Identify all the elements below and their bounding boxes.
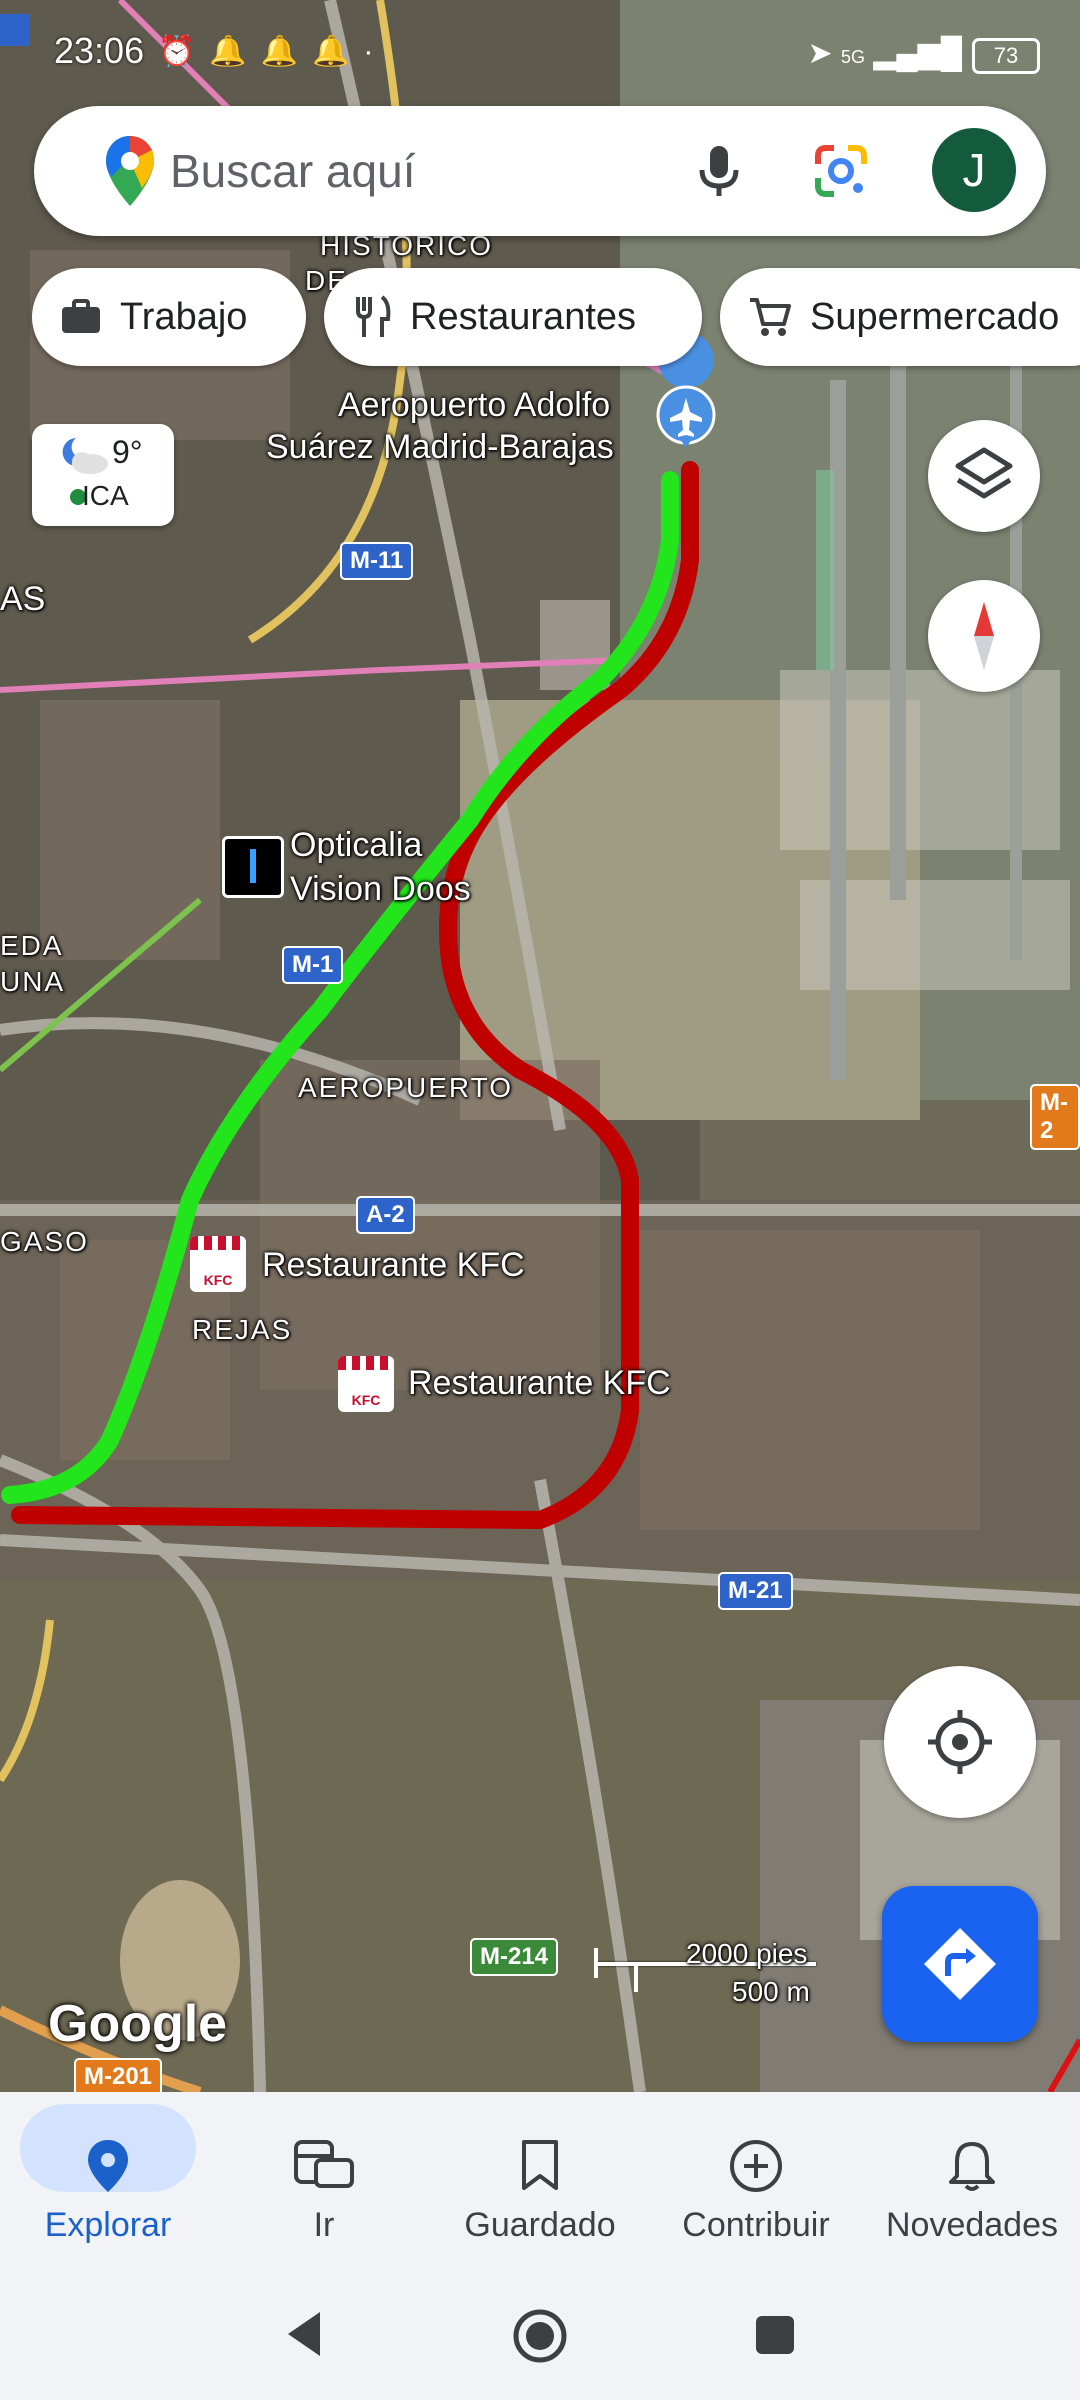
layers-icon <box>955 447 1013 499</box>
kfc-logo-text: KFC <box>203 1272 233 1288</box>
crosshair-icon <box>928 1710 992 1774</box>
tab-explorar[interactable]: Explorar <box>0 2092 216 2272</box>
layers-button[interactable] <box>928 420 1040 532</box>
signal-icon: ➤ 5G ▂▄▆█ <box>807 37 963 70</box>
my-location-button[interactable] <box>884 1666 1036 1818</box>
back-icon[interactable] <box>280 2308 330 2360</box>
tab-label: Ir <box>313 2206 335 2244</box>
kfc-logo-text: KFC <box>351 1392 381 1408</box>
tab-label: Guardado <box>464 2206 616 2244</box>
road-shield: M-1 <box>282 946 344 984</box>
bottom-navigation: Explorar Ir Guardado Contribuir Novedade… <box>0 2092 1080 2272</box>
poi-label[interactable]: Opticalia <box>290 826 422 865</box>
location-pin-icon <box>88 2140 128 2192</box>
recents-icon[interactable] <box>752 2312 798 2358</box>
microphone-icon[interactable] <box>686 138 752 204</box>
road-shield: M-2 <box>1030 1084 1080 1150</box>
scale-imperial: 2000 pies <box>686 1938 808 1969</box>
tab-novedades[interactable]: Novedades <box>864 2092 1080 2272</box>
map-label: UNA <box>0 966 66 997</box>
tab-guardado[interactable]: Guardado <box>432 2092 648 2272</box>
home-icon[interactable] <box>510 2306 570 2366</box>
poi-label[interactable]: Vision Doos <box>290 870 471 909</box>
chip-restaurantes[interactable]: Restaurantes <box>324 268 702 366</box>
road-shield: M-21 <box>718 1572 793 1610</box>
road-shield: M-201 <box>74 2058 163 2092</box>
account-avatar[interactable]: J <box>932 128 1016 212</box>
map-label: EDA <box>0 930 64 961</box>
briefcase-icon <box>62 299 100 333</box>
network-label: 5G <box>840 47 865 67</box>
system-navigation-bar <box>0 2272 1080 2400</box>
chip-trabajo[interactable]: Trabajo <box>32 268 306 366</box>
weather-widget[interactable]: 9° ICA <box>32 424 174 526</box>
road-shield: M-214 <box>470 1938 559 1976</box>
kfc-marker[interactable]: KFC <box>190 1236 246 1292</box>
weather-temperature: 9° <box>112 434 143 470</box>
notification-icons: ⏰🔔🔔🔔· <box>158 35 388 68</box>
google-maps-logo-icon <box>106 136 154 206</box>
tab-ir[interactable]: Ir <box>216 2092 432 2272</box>
chip-label: Supermercado <box>810 295 1060 338</box>
directions-button[interactable] <box>882 1886 1038 2042</box>
compass-button[interactable] <box>928 580 1040 692</box>
tab-label: Novedades <box>885 2206 1058 2244</box>
chip-label: Restaurantes <box>410 295 637 338</box>
poi-label[interactable]: Restaurante KFC <box>262 1246 525 1285</box>
tab-label: Contribuir <box>682 2206 830 2244</box>
chip-label: Trabajo <box>120 295 248 338</box>
google-lens-icon[interactable] <box>808 138 874 204</box>
moon-cloud-icon <box>62 438 108 474</box>
google-logo: Google <box>48 1995 228 2053</box>
chip-supermercado[interactable]: Supermercado <box>720 268 1080 366</box>
road-shield: A-2 <box>356 1196 415 1234</box>
search-input[interactable]: Buscar aquí <box>170 144 415 198</box>
status-bar: 23:06 ⏰🔔🔔🔔· ➤ 5G ▂▄▆█ 73 <box>0 0 1080 100</box>
commute-icon <box>294 2140 354 2188</box>
road-shield: M-11 <box>340 542 414 580</box>
map-label: AEROPUERTO <box>298 1072 514 1103</box>
air-quality-label: ICA <box>82 480 129 511</box>
kfc-marker[interactable]: KFC <box>338 1356 394 1412</box>
map-edge-shield <box>0 14 30 46</box>
scale-metric: 500 m <box>732 1976 810 2007</box>
poi-label[interactable]: Restaurante KFC <box>408 1364 671 1403</box>
airport-label[interactable]: Aeropuerto Adolfo <box>338 386 610 425</box>
map-scale: 2000 pies 500 m <box>594 1938 824 2018</box>
tab-contribuir[interactable]: Contribuir <box>648 2092 864 2272</box>
status-time: 23:06 <box>54 30 145 71</box>
compass-icon <box>974 602 994 670</box>
add-circle-icon <box>730 2140 782 2192</box>
map-label: REJAS <box>192 1314 293 1345</box>
map-label: GASO <box>0 1226 89 1257</box>
fork-knife-icon <box>356 295 391 337</box>
tab-label: Explorar <box>44 2206 172 2244</box>
search-bar[interactable]: Buscar aquí J <box>34 106 1046 236</box>
store-marker[interactable] <box>222 836 284 898</box>
bookmark-icon <box>522 2140 558 2190</box>
directions-icon <box>924 1928 996 2000</box>
bell-icon <box>949 2142 995 2191</box>
cart-icon <box>750 298 791 336</box>
battery-icon: 73 <box>972 38 1040 74</box>
airport-label[interactable]: Suárez Madrid-Barajas <box>266 428 614 467</box>
map-label: AS <box>0 580 46 618</box>
